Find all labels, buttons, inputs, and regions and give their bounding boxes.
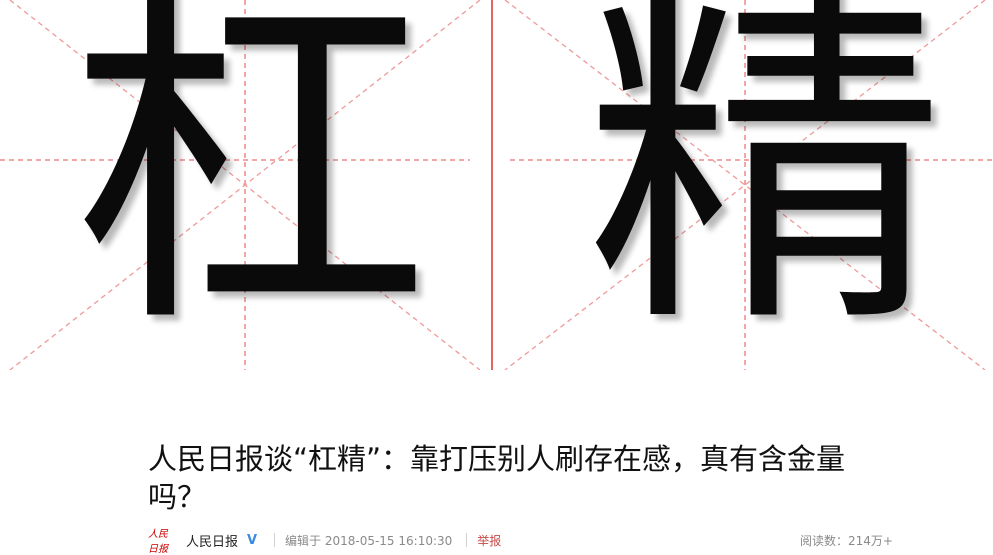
hero-image: 杠 精 bbox=[0, 0, 993, 370]
read-count: 阅读数：214万+ bbox=[800, 533, 893, 548]
verified-badge-icon: V bbox=[244, 532, 261, 548]
edited-timestamp: 编辑于 2018-05-15 16:10:30 bbox=[285, 533, 453, 548]
report-link[interactable]: 举报 bbox=[477, 532, 501, 549]
hero-character-left: 杠 bbox=[70, 0, 430, 370]
article-meta: 人民日报 人民日报 V 编辑于 2018-05-15 16:10:30 举报 阅… bbox=[148, 528, 893, 555]
article-title[interactable]: 人民日报谈“杠精”：靠打压别人刷存在感，真有含金量吗？ bbox=[148, 440, 848, 516]
meta-separator bbox=[274, 533, 276, 547]
author-name[interactable]: 人民日报 bbox=[186, 531, 238, 550]
meta-separator bbox=[466, 533, 468, 547]
hero-character-right: 精 bbox=[585, 0, 945, 370]
publisher-logo[interactable]: 人民日报 bbox=[148, 529, 174, 555]
